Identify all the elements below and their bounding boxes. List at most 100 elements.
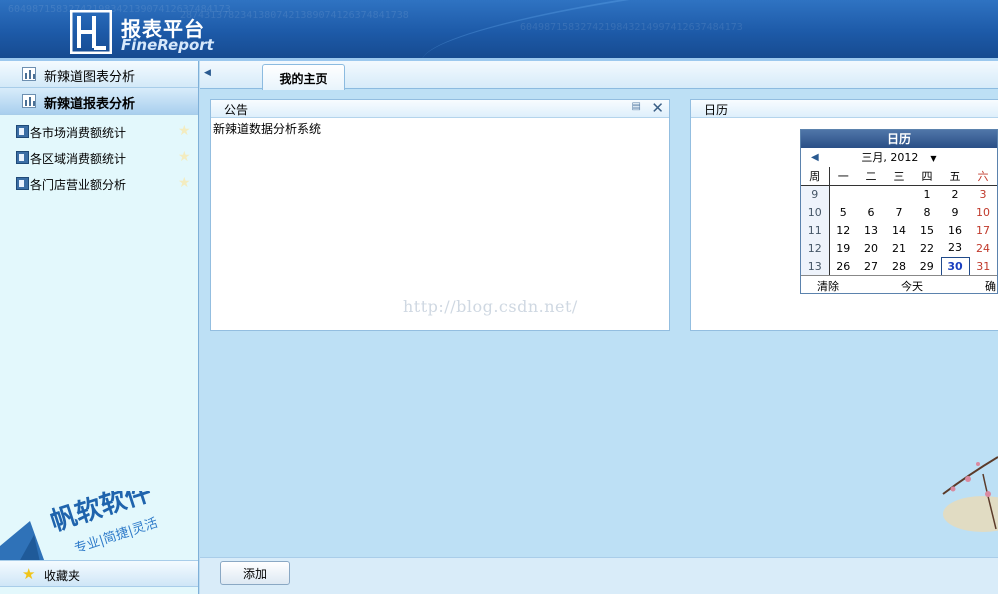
calendar-day[interactable]: 3 xyxy=(969,185,997,203)
month-dropdown-icon[interactable]: ▼ xyxy=(930,154,936,163)
calendar-widget: 日历 ◀ 三月, 2012 ▼ 周 一 二 三 四 五 六 9 1 2 3 10 5 6 7 8 9… xyxy=(800,129,998,294)
calendar-day[interactable]: 13 xyxy=(857,221,885,239)
calendar-grid: 周 一 二 三 四 五 六 9 1 2 3 10 5 6 7 8 9 10 11 12 13 14 15 16 1… xyxy=(801,167,997,276)
calendar-month-label[interactable]: 三月, 2012 xyxy=(861,151,918,164)
favorite-star-icon[interactable]: ★ xyxy=(178,175,191,191)
calendar-day[interactable]: 26 xyxy=(829,257,857,275)
calendar-day[interactable]: 12 xyxy=(829,221,857,239)
calendar-day[interactable]: 15 xyxy=(913,221,941,239)
favorites-label: 收藏夹 xyxy=(44,569,81,583)
calendar-day[interactable]: 1 xyxy=(913,185,941,203)
calendar-day[interactable]: 8 xyxy=(913,203,941,221)
tree-item-label: 各门店营业额分析 xyxy=(30,178,127,192)
close-icon[interactable]: ✕ xyxy=(651,99,664,117)
weekday-header: 四 xyxy=(913,167,941,186)
calendar-panel-titlebar: 日历 xyxy=(691,100,998,118)
calendar-day[interactable]: 6 xyxy=(857,203,885,221)
calendar-week-row: 9 123 xyxy=(801,185,997,203)
calendar-day[interactable]: 9 xyxy=(941,203,969,221)
weekday-header: 二 xyxy=(857,167,885,186)
weekday-header: 周 xyxy=(801,167,830,186)
calendar-empty-cell xyxy=(857,185,885,203)
tab-bar: ◀ 我的主页 xyxy=(200,61,998,90)
add-button[interactable]: 添加 xyxy=(220,561,290,585)
calendar-day[interactable]: 21 xyxy=(885,239,913,257)
plum-blossom-decoration xyxy=(942,456,998,532)
tab-label: 我的主页 xyxy=(279,72,328,86)
tree-item-label: 各市场消费额统计 xyxy=(30,126,127,140)
favorites-bar[interactable]: ★ 收藏夹 xyxy=(0,560,198,587)
url-watermark: http://blog.csdn.net/ xyxy=(403,297,578,316)
finereport-logo-icon xyxy=(70,10,112,54)
favorite-star-icon[interactable]: ★ xyxy=(178,149,191,165)
tree-item-label: 各区域消费额统计 xyxy=(30,152,127,166)
week-number: 11 xyxy=(801,221,830,239)
week-number: 12 xyxy=(801,239,830,257)
calendar-month-nav: ◀ 三月, 2012 ▼ xyxy=(801,148,997,167)
notice-panel-titlebar: 公告 ▤ ✕ xyxy=(211,99,669,118)
weekday-header: 六 xyxy=(969,167,997,186)
tree-item-store-revenue[interactable]: 各门店营业额分析 ★ xyxy=(0,171,198,197)
calendar-day[interactable]: 16 xyxy=(941,221,969,239)
calendar-day[interactable]: 19 xyxy=(829,239,857,257)
report-tree: 各市场消费额统计 ★ 各区域消费额统计 ★ 各门店营业额分析 ★ xyxy=(0,115,198,197)
calendar-header: 日历 xyxy=(801,130,997,148)
nav-group-label: 新辣道报表分析 xyxy=(44,97,136,112)
weekday-header: 五 xyxy=(941,167,969,186)
calendar-panel-title: 日历 xyxy=(704,103,729,117)
week-number: 13 xyxy=(801,257,830,275)
report-file-icon xyxy=(16,177,29,190)
favorite-star-icon[interactable]: ★ xyxy=(178,123,191,139)
bottom-toolbar: 添加 xyxy=(200,557,998,594)
calendar-day[interactable]: 28 xyxy=(885,257,913,275)
collapse-sidebar-arrow-icon[interactable]: ◀ xyxy=(204,68,211,78)
calendar-day[interactable]: 23 xyxy=(941,239,969,257)
panel-edit-icon[interactable]: ▤ xyxy=(632,101,641,112)
calendar-empty-cell xyxy=(885,185,913,203)
calendar-week-row: 11 12 13 14 15 16 17 xyxy=(801,221,997,239)
calendar-day[interactable]: 30 xyxy=(940,256,970,276)
week-number: 10 xyxy=(801,203,830,221)
calendar-day[interactable]: 7 xyxy=(885,203,913,221)
calendar-day[interactable]: 22 xyxy=(913,239,941,257)
left-sidebar: 新辣道图表分析 新辣道报表分析 各市场消费额统计 ★ 各区域消费额统计 ★ 各门… xyxy=(0,61,199,594)
weekday-header: 一 xyxy=(829,167,857,186)
calendar-day[interactable]: 2 xyxy=(941,185,969,203)
calendar-day[interactable]: 24 xyxy=(969,239,997,257)
report-file-icon xyxy=(16,125,29,138)
chart-icon xyxy=(22,94,36,108)
tree-item-region-consumption[interactable]: 各区域消费额统计 ★ xyxy=(0,145,198,171)
calendar-day[interactable]: 14 xyxy=(885,221,913,239)
calendar-confirm-button[interactable]: 确定 xyxy=(985,278,997,293)
fanruan-brand-graphic: 帆软软件 专业|简捷|灵活 xyxy=(0,491,160,571)
nav-group-label: 新辣道图表分析 xyxy=(44,70,136,85)
nav-group-chart-analysis[interactable]: 新辣道图表分析 xyxy=(0,61,198,88)
calendar-footer: 清除 今天 确定 xyxy=(801,275,997,293)
calendar-clear-button[interactable]: 清除 xyxy=(817,278,839,293)
notice-panel-title: 公告 xyxy=(224,103,249,117)
favorites-star-icon: ★ xyxy=(22,565,36,583)
calendar-day[interactable]: 5 xyxy=(829,203,857,221)
weekday-header: 三 xyxy=(885,167,913,186)
brand-subtitle: FineReport xyxy=(121,36,214,54)
calendar-week-row: 13 26 27 28 29 30 31 xyxy=(801,256,997,276)
prev-month-arrow-icon[interactable]: ◀ xyxy=(811,148,819,167)
report-file-icon xyxy=(16,151,29,164)
week-number: 9 xyxy=(801,185,830,203)
tree-item-market-consumption[interactable]: 各市场消费额统计 ★ xyxy=(0,119,198,145)
calendar-day[interactable]: 20 xyxy=(857,239,885,257)
calendar-day[interactable]: 31 xyxy=(969,257,997,275)
nav-group-report-analysis[interactable]: 新辣道报表分析 xyxy=(0,88,198,115)
calendar-week-row: 12 19 20 21 22 23 24 xyxy=(801,239,997,257)
calendar-day[interactable]: 10 xyxy=(969,203,997,221)
notice-body-text: 新辣道数据分析系统 xyxy=(213,122,322,136)
tab-my-homepage[interactable]: 我的主页 xyxy=(262,64,345,90)
calendar-day[interactable]: 17 xyxy=(969,221,997,239)
calendar-day[interactable]: 27 xyxy=(857,257,885,275)
calendar-day[interactable]: 29 xyxy=(913,257,941,275)
app-header: 6049871583274219834213907412637484173 28… xyxy=(0,0,998,59)
chart-icon xyxy=(22,67,36,81)
calendar-today-button[interactable]: 今天 xyxy=(901,278,923,293)
calendar-empty-cell xyxy=(829,185,857,203)
calendar-week-row: 10 5 6 7 8 9 10 xyxy=(801,203,997,221)
